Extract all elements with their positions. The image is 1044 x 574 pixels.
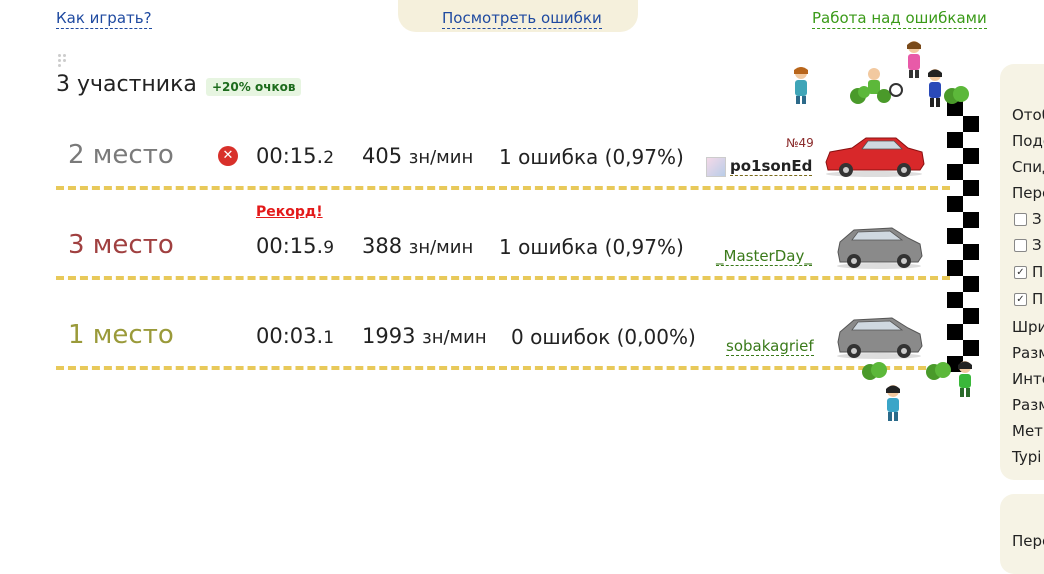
result-row: 2 место ✕ 00:15.2 405 зн/мин 1 ошибка (0… [56, 110, 950, 200]
result-row: 1 место 00:03.1 1993 зн/мин 0 ошибок (0,… [56, 290, 950, 380]
participants-count: 3 участника [56, 72, 197, 97]
speed-value: 1993 зн/мин [362, 324, 487, 348]
settings-item[interactable]: Отоб [1012, 106, 1044, 124]
avatar [706, 157, 726, 177]
place-label: 3 место [68, 230, 174, 260]
how-to-play-link[interactable]: Как играть? [56, 8, 152, 29]
settings-checkbox[interactable]: ✓ [1014, 293, 1027, 306]
settings-item[interactable]: Разм [1012, 344, 1044, 362]
settings-checkbox[interactable] [1014, 213, 1027, 226]
place-label: 2 место [68, 140, 174, 170]
settings-item[interactable]: Подо [1012, 132, 1044, 150]
errors-value: 0 ошибок (0,00%) [511, 325, 696, 349]
result-row: 3 место 00:15.9 388 зн/мин 1 ошибка (0,9… [56, 200, 950, 290]
drag-handle-icon[interactable] [58, 54, 70, 67]
track-divider [56, 186, 950, 190]
car-icon [825, 137, 925, 177]
bush-icon [926, 362, 951, 380]
spectator-icon [958, 361, 972, 397]
car-icon [837, 227, 923, 269]
settings-item[interactable]: Метр [1012, 422, 1044, 440]
track-divider [56, 276, 950, 280]
settings-checkbox[interactable]: ✓ [1014, 266, 1027, 279]
player-number: №49 [786, 136, 814, 150]
settings-item[interactable]: Инте [1012, 370, 1044, 388]
settings-item: П [1032, 290, 1044, 308]
settings-panel: Отоб Подо Спид Пере З З ✓ П ✓ П Шри Разм… [1000, 64, 1044, 480]
close-icon[interactable]: ✕ [218, 146, 238, 166]
bonus-badge: +20% очков [206, 78, 302, 96]
time-value: 00:15.2 [256, 144, 335, 168]
speed-value: 405 зн/мин [362, 144, 474, 168]
bush-icon [944, 86, 969, 104]
errors-value: 1 ошибка (0,97%) [499, 145, 684, 169]
settings-item: З [1032, 210, 1042, 228]
settings-item[interactable]: Шри [1012, 318, 1044, 336]
settings-item[interactable]: Пере [1012, 532, 1044, 550]
spectator-group-icon [850, 68, 903, 104]
settings-item[interactable]: Разм [1012, 396, 1044, 414]
errors-value: 1 ошибка (0,97%) [499, 235, 684, 259]
settings-item: З [1032, 236, 1042, 254]
time-value: 00:03.1 [256, 324, 335, 348]
player-name[interactable]: _MasterDay_ [716, 247, 812, 266]
time-value: 00:15.9 [256, 234, 335, 258]
place-label: 1 место [68, 320, 174, 350]
settings-checkbox[interactable] [1014, 239, 1027, 252]
view-errors-link[interactable]: Посмотреть ошибки [442, 8, 602, 29]
spectator-icon [794, 67, 808, 104]
track-divider [56, 366, 950, 370]
bush-icon [862, 362, 887, 380]
settings-item[interactable]: Пере [1012, 184, 1044, 202]
spectator-icon [907, 41, 921, 78]
spectator-icon [886, 385, 900, 421]
work-on-errors-link[interactable]: Работа над ошибками [812, 8, 987, 29]
speed-value: 388 зн/мин [362, 234, 474, 258]
settings-item[interactable]: Спид [1012, 158, 1044, 176]
spectator-icon [928, 69, 942, 107]
car-icon [837, 317, 923, 359]
settings-item: П [1032, 263, 1044, 281]
player-name[interactable]: po1sonEd [730, 157, 813, 176]
player-name[interactable]: sobakagrief [726, 337, 814, 356]
settings-panel-secondary: Пере [1000, 494, 1044, 574]
settings-item[interactable]: Typi [1012, 448, 1041, 466]
finish-line [947, 100, 979, 372]
